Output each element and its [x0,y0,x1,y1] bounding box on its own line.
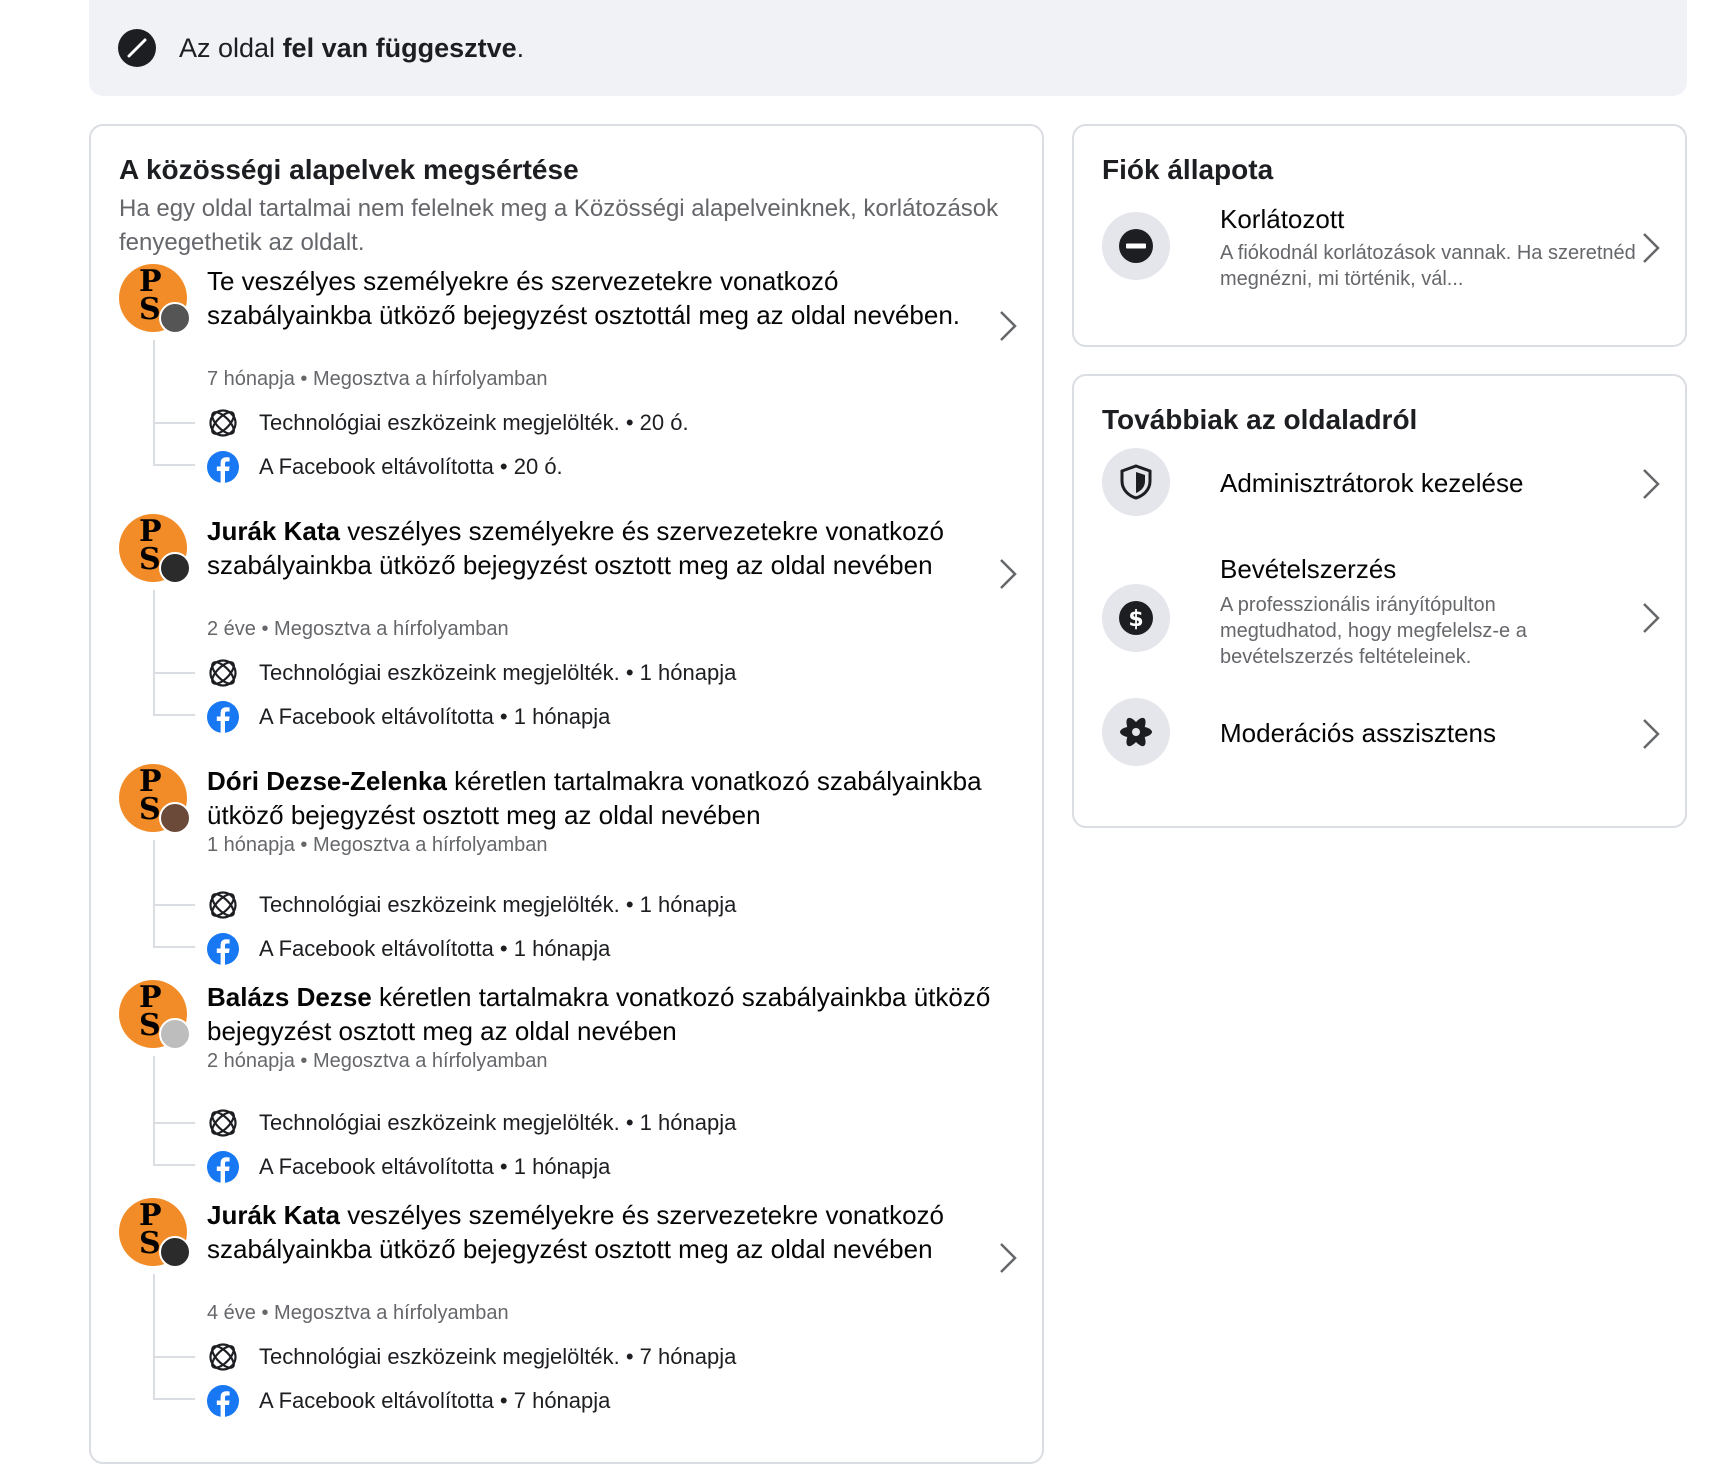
chevron-right-icon [1000,559,1017,589]
removed-row: A Facebook eltávolította • 1 hónapja [207,933,610,965]
page-avatar: PS [119,514,191,584]
violation-title: Dóri Dezse-Zelenka kéretlen tartalmakra … [207,766,982,830]
atom-icon [209,891,237,919]
violation-title: Te veszélyes személyekre és szervezetekr… [207,266,961,330]
violation-item[interactable]: PS Balázs Dezse kéretlen tartalmakra von… [119,980,1019,1183]
dollar-icon: $ [1102,584,1170,652]
violation-meta: 1 hónapja • Megosztva a hírfolyamban [207,834,548,856]
violation-item[interactable]: PS Te veszélyes személyekre és szervezet… [119,264,1019,494]
facebook-icon [207,451,239,483]
suspended-icon [118,29,156,67]
violation-title: Jurák Kata veszélyes személyekre és szer… [207,516,944,580]
facebook-icon [207,701,239,733]
flagged-row: Technológiai eszközeink megjelölték. • 2… [207,407,689,439]
monetization-desc: A professzionális irányítópulton megtudh… [1220,594,1527,668]
flagged-row: Technológiai eszközeink megjelölték. • 1… [207,657,736,689]
atom-icon [209,1343,237,1371]
moderation-assistant-row[interactable]: Moderációs asszisztens [1102,698,1662,774]
violation-meta: 2 éve • Megosztva a hírfolyamban [207,618,509,640]
violation-title: Balázs Dezse kéretlen tartalmakra vonatk… [207,982,991,1046]
chevron-right-icon [1000,311,1017,341]
page-avatar: PS [119,980,191,1050]
flagged-row: Technológiai eszközeink megjelölték. • 7… [207,1341,736,1373]
user-avatar [159,1236,191,1268]
more-title: Továbbiak az oldaladról [1102,404,1418,435]
manage-admins-row[interactable]: Adminisztrátorok kezelése [1102,448,1662,524]
violation-item[interactable]: PS Jurák Kata veszélyes személyekre és s… [119,514,1019,744]
restricted-status-row[interactable]: Korlátozott A fiókodnál korlátozások van… [1102,202,1662,312]
restricted-desc: A fiókodnál korlátozások vannak. Ha szer… [1220,242,1636,290]
chevron-right-icon [1643,603,1660,633]
page-avatar: PS [119,1198,191,1268]
violation-item[interactable]: PS Jurák Kata veszélyes személyekre és s… [119,1198,1019,1438]
violations-card: A közösségi alapelvek megsértése Ha egy … [89,124,1044,1464]
manage-admins-label: Adminisztrátorok kezelése [1220,468,1524,498]
removed-row: A Facebook eltávolította • 1 hónapja [207,701,610,733]
violations-title: A közösségi alapelvek megsértése [119,154,579,185]
account-status-card: Fiók állapota Korlátozott A fiókodnál ko… [1072,124,1687,347]
chevron-right-icon [1643,469,1660,499]
violations-subtitle: Ha egy oldal tartalmai nem felelnek meg … [119,195,999,256]
removed-row: A Facebook eltávolította • 7 hónapja [207,1385,610,1417]
violation-meta: 7 hónapja • Megosztva a hírfolyamban [207,368,548,390]
shield-icon [1102,448,1170,516]
removed-row: A Facebook eltávolította • 1 hónapja [207,1151,610,1183]
monetization-title: Bevételszerzés [1220,554,1397,584]
user-avatar [159,552,191,584]
flagged-row: Technológiai eszközeink megjelölték. • 1… [207,1107,736,1139]
chevron-right-icon [1643,233,1660,263]
suspension-banner: Az oldal fel van függesztve. [89,0,1687,96]
removed-row: A Facebook eltávolította • 20 ó. [207,451,563,483]
page-avatar: PS [119,264,191,334]
moderation-assistant-label: Moderációs asszisztens [1220,718,1496,748]
atom-icon [209,659,237,687]
facebook-icon [207,1151,239,1183]
banner-text: Az oldal fel van függesztve. [179,32,525,63]
monetization-row[interactable]: $ Bevételszerzés A professzionális irány… [1102,554,1662,684]
flagged-row: Technológiai eszközeink megjelölték. • 1… [207,889,736,921]
chevron-right-icon [1643,719,1660,749]
user-avatar [159,1018,191,1050]
chevron-right-icon [1000,1243,1017,1273]
violation-item[interactable]: PS Dóri Dezse-Zelenka kéretlen tartalmak… [119,764,1019,965]
page-avatar: PS [119,764,191,834]
user-avatar [159,802,191,834]
violation-meta: 4 éve • Megosztva a hírfolyamban [207,1302,509,1324]
user-avatar [159,302,191,334]
moderation-assistant-icon [1102,698,1170,766]
facebook-icon [207,1385,239,1417]
violation-title: Jurák Kata veszélyes személyekre és szer… [207,1200,944,1264]
restricted-title: Korlátozott [1220,204,1345,234]
svg-text:$: $ [1128,607,1143,632]
more-about-page-card: Továbbiak az oldaladról Adminisztrátorok… [1072,374,1687,828]
restricted-icon [1102,212,1170,280]
violation-meta: 2 hónapja • Megosztva a hírfolyamban [207,1050,548,1072]
atom-icon [209,1109,237,1137]
facebook-icon [207,933,239,965]
account-status-title: Fiók állapota [1102,154,1274,185]
atom-icon [209,409,237,437]
